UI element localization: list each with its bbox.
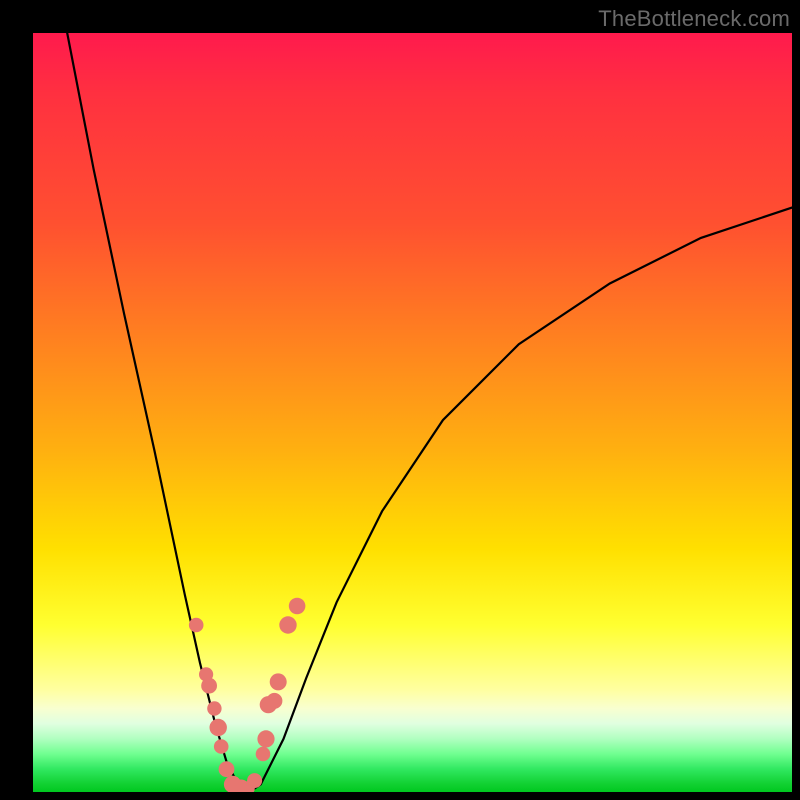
bottleneck-curve — [67, 33, 792, 792]
data-point — [279, 616, 296, 633]
data-point — [219, 761, 235, 777]
chart-frame: TheBottleneck.com — [0, 0, 800, 800]
plot-area — [33, 33, 792, 792]
data-point — [189, 618, 204, 633]
data-point — [270, 673, 287, 690]
data-point — [247, 773, 262, 788]
watermark-text: TheBottleneck.com — [598, 6, 790, 32]
data-point — [210, 719, 227, 736]
data-point — [207, 701, 221, 715]
data-point — [214, 739, 229, 754]
curve-layer — [33, 33, 792, 792]
scatter-points — [189, 598, 306, 792]
data-point — [256, 747, 271, 762]
data-point — [201, 678, 217, 694]
data-point — [257, 730, 274, 747]
data-point — [266, 693, 282, 709]
data-point — [289, 598, 306, 615]
